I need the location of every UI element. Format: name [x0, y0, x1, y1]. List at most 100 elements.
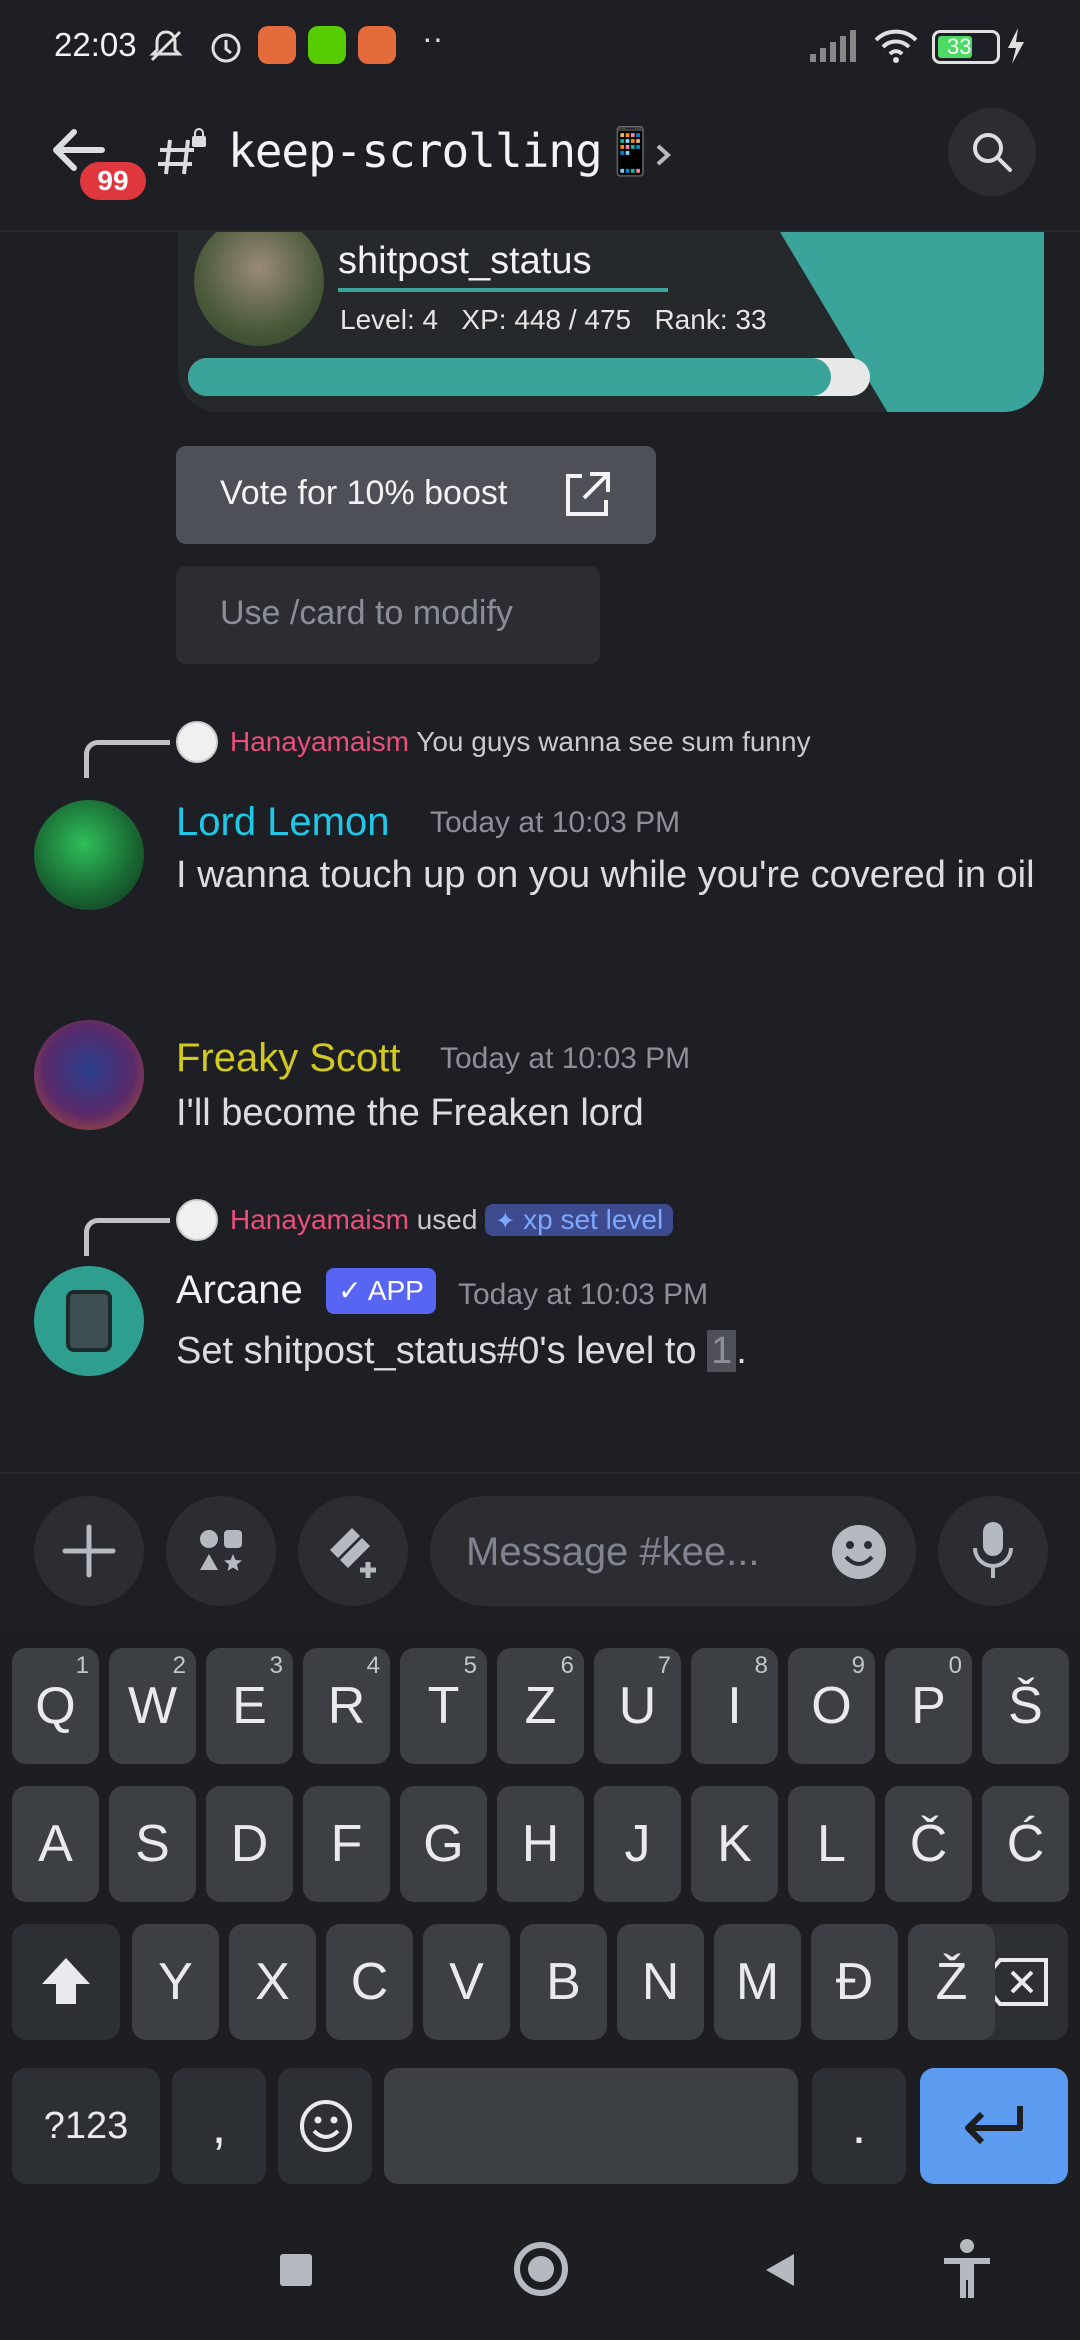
- apps-button[interactable]: [166, 1496, 276, 1606]
- message-input[interactable]: Message #kee...: [430, 1496, 916, 1606]
- apps-icon: [200, 1530, 242, 1571]
- space-key[interactable]: [384, 2068, 798, 2184]
- key-hint: 4: [366, 1652, 380, 1679]
- reply-connector: [84, 1218, 170, 1256]
- avatar[interactable]: [34, 1020, 144, 1130]
- symbols-key[interactable]: ?123: [12, 2068, 160, 2184]
- message-author[interactable]: Arcane: [176, 1268, 303, 1313]
- key-s[interactable]: S: [109, 1786, 196, 1902]
- battery-level: 33: [947, 34, 972, 59]
- key-e[interactable]: E3: [206, 1648, 293, 1764]
- key-f[interactable]: F: [303, 1786, 390, 1902]
- key-č[interactable]: Č: [885, 1786, 972, 1902]
- key-v[interactable]: V: [423, 1924, 510, 2040]
- back-nav-icon[interactable]: [760, 2250, 800, 2290]
- key-r[interactable]: R4: [303, 1648, 390, 1764]
- alarm-icon: [211, 33, 241, 63]
- vote-boost-button[interactable]: Vote for 10% boost: [176, 446, 656, 544]
- avatar[interactable]: [34, 800, 144, 910]
- emoji-icon[interactable]: [830, 1523, 888, 1581]
- message-timestamp: Today at 10:03 PM: [440, 1042, 691, 1075]
- recents-icon[interactable]: [280, 2254, 312, 2286]
- key-label: P: [911, 1677, 946, 1735]
- key-label: Z: [524, 1677, 557, 1735]
- app-command-icon: ✦: [495, 1208, 516, 1235]
- key-m[interactable]: M: [714, 1924, 801, 2040]
- key-p[interactable]: P0: [885, 1648, 972, 1764]
- slash-command-name: xp set level: [523, 1204, 664, 1235]
- key-hint: 3: [269, 1652, 283, 1679]
- enter-key[interactable]: [920, 2068, 1068, 2184]
- gift-nitro-button[interactable]: [298, 1496, 408, 1606]
- key-q[interactable]: Q1: [12, 1648, 99, 1764]
- reply-snippet: You guys wanna see sum funny: [416, 726, 811, 757]
- key-y[interactable]: Y: [132, 1924, 219, 2040]
- reply-author: Hanayamaism: [230, 1204, 409, 1235]
- key-d[interactable]: D: [206, 1786, 293, 1902]
- key-ć[interactable]: Ć: [982, 1786, 1069, 1902]
- shift-key[interactable]: [12, 1924, 120, 2040]
- key-j[interactable]: J: [594, 1786, 681, 1902]
- status-bar: 22:03 ·· 33: [0, 0, 1080, 96]
- key-l[interactable]: L: [788, 1786, 875, 1902]
- key-ž[interactable]: Ž: [908, 1924, 995, 2040]
- accessibility-icon[interactable]: [940, 2238, 994, 2300]
- key-label: U: [618, 1677, 657, 1735]
- xp-progress-bar: [188, 358, 870, 396]
- unread-badge: 99: [76, 158, 150, 204]
- message-content: I wanna touch up on you while you're cov…: [176, 854, 1035, 896]
- reply-author: Hanayamaism: [230, 726, 409, 757]
- key-h[interactable]: H: [497, 1786, 584, 1902]
- shift-icon: [42, 1958, 90, 2004]
- key-g[interactable]: G: [400, 1786, 487, 1902]
- key-hint: 6: [560, 1652, 574, 1679]
- emoji-key[interactable]: [278, 2068, 372, 2184]
- status-time: 22:03: [54, 26, 137, 63]
- period-key[interactable]: .: [812, 2068, 906, 2184]
- message-list[interactable]: shitpost_status Level: 4 XP: 448 / 475 R…: [0, 232, 1080, 1472]
- reply-avatar: [176, 1199, 218, 1241]
- key-š[interactable]: Š: [982, 1648, 1069, 1764]
- key-o[interactable]: O9: [788, 1648, 875, 1764]
- wifi-icon: [874, 29, 918, 63]
- key-i[interactable]: I8: [691, 1648, 778, 1764]
- system-nav-bar: [0, 2192, 1080, 2340]
- comma-key[interactable]: ,: [172, 2068, 266, 2184]
- search-button[interactable]: [948, 108, 1036, 196]
- voice-message-button[interactable]: [938, 1496, 1048, 1606]
- enter-icon: [965, 2106, 1023, 2145]
- reply-preview[interactable]: Hanayamaism You guys wanna see sum funny: [230, 726, 811, 758]
- key-đ[interactable]: Đ: [811, 1924, 898, 2040]
- key-k[interactable]: K: [691, 1786, 778, 1902]
- chevron-right-icon[interactable]: [652, 140, 674, 170]
- rank-username: shitpost_status: [338, 240, 592, 282]
- card-modify-label: Use /card to modify: [220, 594, 513, 632]
- key-a[interactable]: A: [12, 1786, 99, 1902]
- key-w[interactable]: W2: [109, 1648, 196, 1764]
- command-reply-preview[interactable]: Hanayamaism used ✦ xp set level: [230, 1204, 674, 1236]
- message-author[interactable]: Freaky Scott: [176, 1036, 401, 1081]
- key-n[interactable]: N: [617, 1924, 704, 2040]
- add-attachment-button[interactable]: [34, 1496, 144, 1606]
- card-modify-button[interactable]: Use /card to modify: [176, 566, 600, 664]
- avatar[interactable]: [34, 1266, 144, 1376]
- key-x[interactable]: X: [229, 1924, 316, 2040]
- message-timestamp: Today at 10:03 PM: [430, 806, 681, 839]
- charging-icon: [1008, 28, 1024, 64]
- check-icon: ✓: [338, 1275, 362, 1306]
- key-label: Q: [35, 1677, 76, 1735]
- key-t[interactable]: T5: [400, 1648, 487, 1764]
- key-label: Š: [1008, 1677, 1043, 1735]
- key-b[interactable]: B: [520, 1924, 607, 2040]
- reply-used-label: used: [416, 1204, 478, 1235]
- channel-header: 99 keep-scrolling📱: [0, 96, 1080, 232]
- message-author[interactable]: Lord Lemon: [176, 800, 389, 845]
- key-u[interactable]: U7: [594, 1648, 681, 1764]
- slash-command-pill[interactable]: ✦ xp set level: [485, 1204, 674, 1236]
- key-c[interactable]: C: [326, 1924, 413, 2040]
- channel-title[interactable]: keep-scrolling📱: [228, 124, 659, 179]
- rank-stats: Level: 4 XP: 448 / 475 Rank: 33: [340, 304, 767, 336]
- message-text: Set shitpost_status#0's level to: [176, 1330, 708, 1372]
- key-z[interactable]: Z6: [497, 1648, 584, 1764]
- home-icon[interactable]: [514, 2242, 568, 2296]
